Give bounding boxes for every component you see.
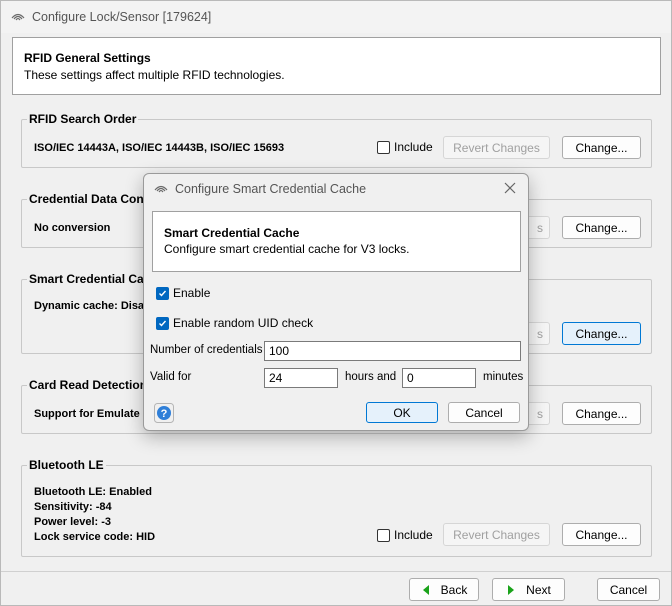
include-label: Include (394, 528, 433, 542)
back-button[interactable]: Back (409, 578, 479, 601)
num-credentials-input[interactable]: 100 (264, 341, 521, 361)
bluetooth-include-checkbox[interactable]: Include (377, 528, 433, 542)
include-label: Include (394, 140, 433, 154)
change-button[interactable]: Change... (562, 523, 641, 546)
dialog-header-title: Smart Credential Cache (164, 226, 300, 240)
window-title: Configure Lock/Sensor [179624] (32, 10, 212, 24)
random-uid-checkbox[interactable]: Enable random UID check (156, 316, 313, 330)
revert-partial-label: s (537, 406, 543, 421)
hours-input[interactable]: 24 (264, 368, 338, 388)
bluetooth-power-level: Power level: -3 (34, 516, 112, 528)
change-button[interactable]: Change... (562, 322, 641, 345)
checkbox-box[interactable] (377, 528, 390, 542)
header-title: RFID General Settings (24, 51, 151, 65)
cancel-button[interactable]: Cancel (597, 578, 660, 601)
valid-for-label: Valid for (150, 371, 192, 383)
minutes-label: minutes (483, 371, 524, 383)
credential-data-title: Credential Data Conv (27, 192, 153, 206)
smart-cache-dialog: Configure Smart Credential Cache Smart C… (143, 173, 529, 431)
ok-button[interactable]: OK (366, 402, 438, 423)
revert-changes-button[interactable]: Revert Changes (443, 136, 550, 159)
bluetooth-status: Bluetooth LE: Enabled (34, 486, 152, 498)
rfid-search-order-group: RFID Search Order ISO/IEC 14443A, ISO/IE… (21, 112, 652, 168)
rfid-header-panel: RFID General Settings These settings aff… (12, 37, 661, 95)
back-label: Back (440, 582, 468, 597)
back-arrow-icon (422, 584, 429, 595)
smart-cache-value: Dynamic cache: Disa (34, 300, 145, 312)
next-label: Next (526, 582, 551, 597)
bluetooth-sensitivity: Sensitivity: -84 (34, 501, 112, 513)
checkbox-box[interactable] (377, 140, 390, 154)
hours-label: hours and (345, 371, 397, 383)
bluetooth-group: Bluetooth LE Bluetooth LE: Enabled Sensi… (21, 458, 652, 557)
num-credentials-label: Number of credentials (150, 344, 263, 356)
revert-partial-label: s (537, 326, 543, 341)
enable-checkbox[interactable]: Enable (156, 286, 210, 300)
next-arrow-icon (508, 584, 515, 595)
credential-data-value: No conversion (34, 222, 111, 234)
checkmark-icon (159, 290, 167, 297)
dialog-cancel-button[interactable]: Cancel (448, 402, 520, 423)
dialog-header-subtitle: Configure smart credential cache for V3 … (164, 242, 410, 256)
enable-label: Enable (173, 286, 211, 300)
title-bar: Configure Lock/Sensor [179624] (1, 1, 671, 33)
next-button[interactable]: Next (492, 578, 565, 601)
dialog-header-panel: Smart Credential Cache Configure smart c… (152, 211, 521, 272)
header-subtitle: These settings affect multiple RFID tech… (24, 68, 285, 82)
app-icon (11, 13, 25, 21)
checkmark-icon (159, 320, 167, 327)
checkbox-box[interactable] (156, 316, 169, 330)
change-button[interactable]: Change... (562, 216, 641, 239)
card-read-value: Support for Emulate (34, 408, 140, 420)
minutes-input[interactable]: 0 (402, 368, 476, 388)
change-button[interactable]: Change... (562, 136, 641, 159)
checkbox-box[interactable] (156, 286, 169, 300)
dialog-title-bar: Configure Smart Credential Cache (144, 174, 528, 204)
revert-partial-label: s (537, 220, 543, 235)
rfid-include-checkbox[interactable]: Include (377, 140, 433, 154)
bluetooth-service-code: Lock service code: HID (34, 531, 156, 543)
rfid-search-order-title: RFID Search Order (27, 112, 139, 126)
dialog-title: Configure Smart Credential Cache (175, 182, 367, 196)
card-read-title: Card Read Detection (27, 378, 150, 392)
help-icon[interactable]: ? (154, 403, 174, 423)
svg-text:?: ? (161, 408, 168, 420)
rfid-search-order-value: ISO/IEC 14443A, ISO/IEC 14443B, ISO/IEC … (34, 142, 285, 154)
bluetooth-title: Bluetooth LE (27, 458, 106, 472)
footer-bar: Back Next Cancel (1, 571, 671, 606)
revert-changes-button[interactable]: Revert Changes (443, 523, 550, 546)
smart-cache-title: Smart Credential Cac (27, 272, 153, 286)
random-uid-label: Enable random UID check (173, 316, 314, 330)
change-button[interactable]: Change... (562, 402, 641, 425)
app-icon (154, 185, 168, 193)
close-icon[interactable] (502, 180, 518, 196)
